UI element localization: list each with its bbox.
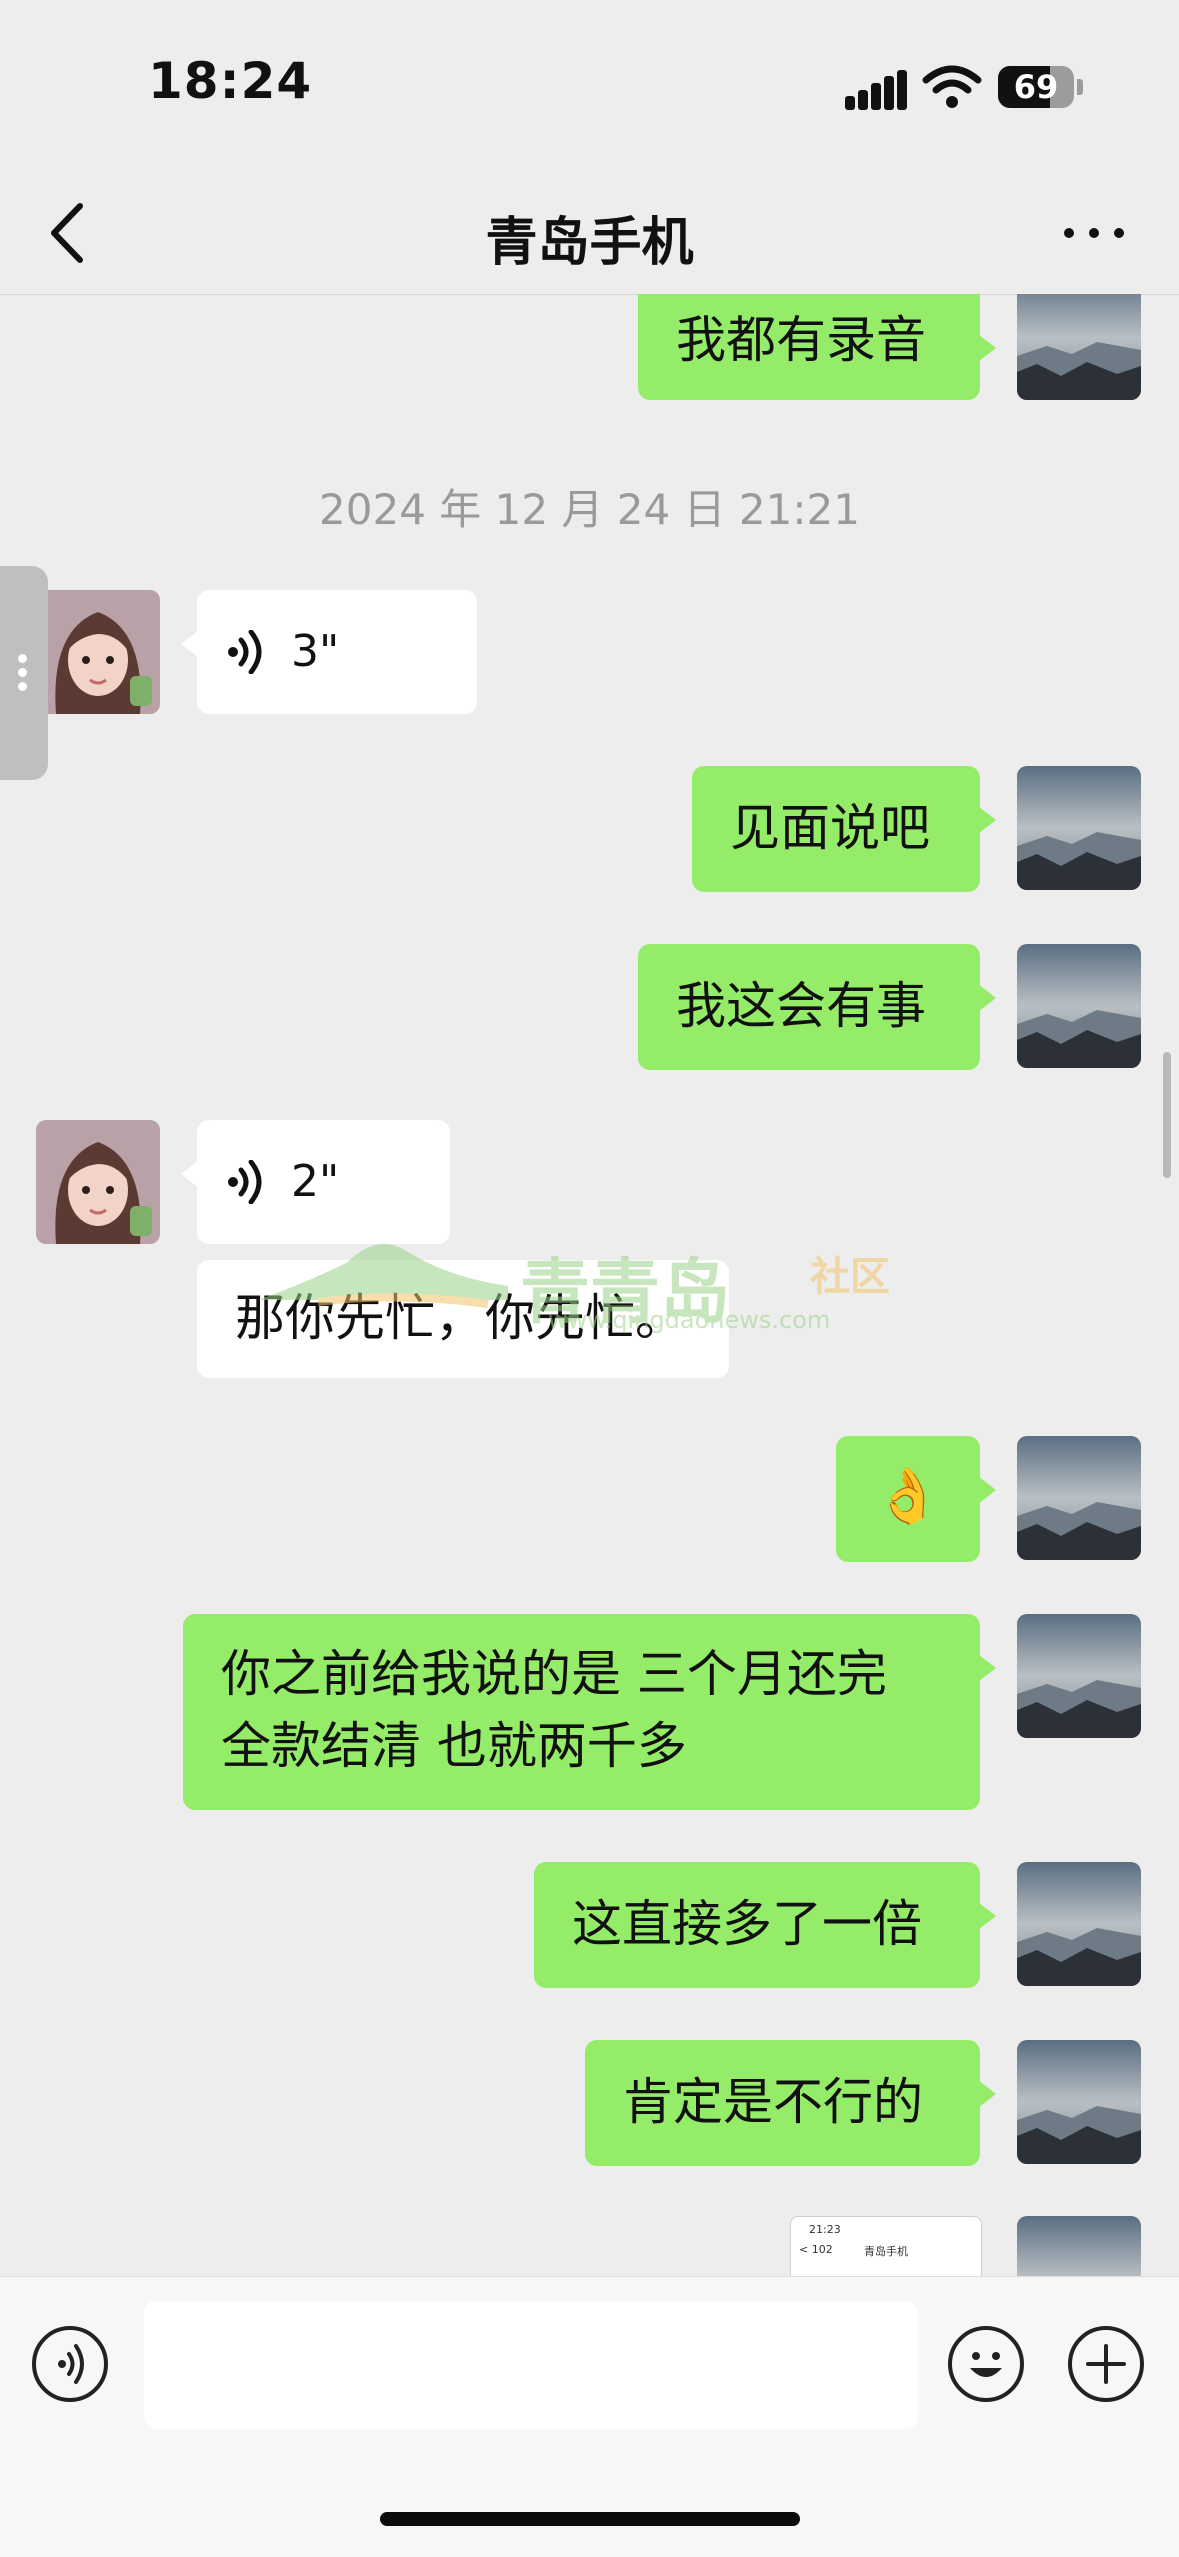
message-input[interactable] (144, 2301, 918, 2429)
message-emoji: 👌 (874, 1464, 942, 1527)
my-avatar[interactable] (1017, 2040, 1141, 2164)
message-text: 见面说吧 (730, 799, 930, 857)
message-text: 那你先忙，你先忙。 (235, 1289, 685, 1347)
my-avatar[interactable] (1017, 1614, 1141, 1738)
voice-duration: 3" (291, 626, 340, 677)
chat-title: 青岛手机 (485, 213, 694, 273)
message-text: 我这会有事 (676, 977, 926, 1035)
screenshot-thumbnail[interactable]: 21:23 < 102 青岛手机 (790, 2216, 982, 2280)
watermark-community: 社区 (810, 1254, 890, 1300)
voice-message-bubble[interactable]: 3" (181, 590, 477, 714)
ellipsis-icon[interactable] (1060, 220, 1130, 244)
my-avatar[interactable] (1017, 294, 1141, 400)
message-text: 我都有录音 (676, 311, 926, 369)
message-bubble-received[interactable]: 那你先忙，你先忙。 (197, 1260, 729, 1378)
my-avatar[interactable] (1017, 2216, 1141, 2278)
chat-header: 青岛手机 (0, 170, 1179, 295)
scrollbar[interactable] (1163, 1052, 1171, 1178)
message-text: 你之前给我说的是 三个月还完 全款结清 也就两千多 (221, 1645, 887, 1775)
message-bubble-sent[interactable]: 这直接多了一倍 (534, 1862, 996, 1988)
battery-nub (1077, 79, 1083, 95)
status-time: 18:24 (148, 52, 313, 110)
voice-input-icon[interactable] (32, 2326, 108, 2402)
battery-percentage: 69 (1013, 68, 1059, 106)
my-avatar[interactable] (1017, 1436, 1141, 1560)
voice-duration: 2" (291, 1156, 340, 1207)
my-avatar[interactable] (1017, 766, 1141, 890)
message-bubble-sent[interactable]: 我这会有事 (638, 944, 996, 1070)
battery-icon: 69 (998, 66, 1074, 108)
home-indicator (380, 2512, 800, 2526)
contact-avatar[interactable] (36, 1120, 160, 1244)
message-bubble-sent[interactable]: 我都有录音 (638, 294, 996, 400)
voice-wave-icon (228, 1160, 262, 1204)
message-text: 肯定是不行的 (623, 2073, 923, 2131)
plus-icon[interactable] (1068, 2326, 1144, 2402)
message-bubble-sent[interactable]: 你之前给我说的是 三个月还完 全款结清 也就两千多 (183, 1614, 996, 1810)
wifi-icon (922, 65, 982, 108)
thumbnail-time: 21:23 (809, 2223, 841, 2236)
voice-message-bubble[interactable]: 2" (181, 1120, 450, 1244)
message-bubble-sent[interactable]: 见面说吧 (692, 766, 996, 892)
thumbnail-title: 青岛手机 (864, 2245, 908, 2258)
my-avatar[interactable] (1017, 944, 1141, 1068)
cellular-signal-icon (845, 70, 907, 110)
my-avatar[interactable] (1017, 1862, 1141, 1986)
contact-avatar[interactable] (36, 590, 160, 714)
message-bubble-sent[interactable]: 肯定是不行的 (585, 2040, 996, 2166)
message-text: 这直接多了一倍 (572, 1895, 922, 1953)
emoji-icon[interactable] (948, 2326, 1024, 2402)
side-drawer-handle[interactable] (0, 566, 48, 780)
chat-timestamp: 2024 年 12 月 24 日 21:21 (319, 485, 860, 534)
message-bubble-sent[interactable]: 👌 (836, 1436, 996, 1562)
voice-wave-icon (228, 630, 262, 674)
status-bar: 18:24 69 (0, 0, 1179, 170)
